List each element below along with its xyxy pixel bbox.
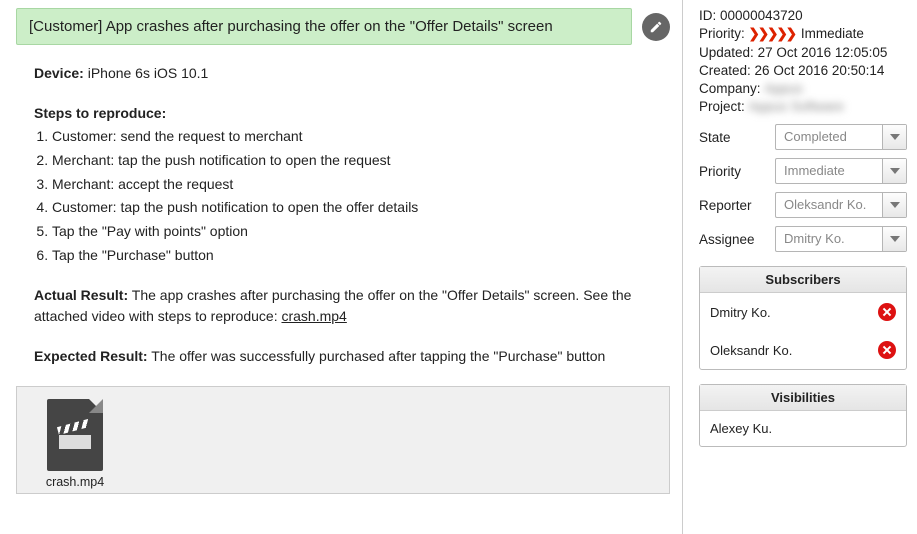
step-item: Customer: tap the push notification to o… [52, 197, 670, 219]
field-controls: State Completed Priority Immediate Repor… [699, 124, 907, 252]
remove-subscriber-button[interactable] [878, 303, 896, 321]
sidebar: ID: 00000043720 Priority: ❯❯❯❯❯ Immediat… [682, 0, 917, 534]
meta-created: Created: 26 Oct 2016 20:50:14 [699, 63, 907, 78]
state-dropdown[interactable]: Completed [775, 124, 907, 150]
priority-label: Priority [699, 164, 765, 179]
pencil-icon [649, 20, 663, 34]
step-item: Merchant: tap the push notification to o… [52, 150, 670, 172]
title-row: [Customer] App crashes after purchasing … [16, 8, 670, 45]
subscribers-panel: Subscribers Dmitry Ko. Oleksandr Ko. [699, 266, 907, 370]
steps-section: Steps to reproduce: Customer: send the r… [34, 103, 670, 267]
meta-project: Project: Appus Software [699, 99, 907, 114]
clapperboard-icon [59, 427, 91, 449]
step-item: Merchant: accept the request [52, 174, 670, 196]
meta-priority: Priority: ❯❯❯❯❯ Immediate [699, 26, 907, 42]
step-item: Tap the "Purchase" button [52, 245, 670, 267]
subscribers-heading: Subscribers [700, 267, 906, 293]
meta-id: ID: 00000043720 [699, 8, 907, 23]
step-item: Tap the "Pay with points" option [52, 221, 670, 243]
attachment-link[interactable]: crash.mp4 [281, 308, 346, 324]
visibilities-panel: Visibilities Alexey Ku. [699, 384, 907, 447]
subscriber-item: Oleksandr Ko. [700, 331, 906, 369]
state-label: State [699, 130, 765, 145]
chevron-down-icon [882, 125, 906, 149]
chevron-down-icon [882, 227, 906, 251]
reporter-dropdown[interactable]: Oleksandr Ko. [775, 192, 907, 218]
expected-label: Expected Result: [34, 348, 148, 364]
priority-chevrons-icon: ❯❯❯❯❯ [749, 26, 796, 41]
actual-label: Actual Result: [34, 287, 128, 303]
chevron-down-icon [882, 159, 906, 183]
subscriber-item: Dmitry Ko. [700, 293, 906, 331]
meta-updated: Updated: 27 Oct 2016 12:05:05 [699, 45, 907, 60]
steps-list: Customer: send the request to merchant M… [52, 126, 670, 266]
device-label: Device: [34, 65, 84, 81]
video-file-icon [47, 399, 103, 471]
steps-label: Steps to reproduce: [34, 103, 670, 125]
remove-subscriber-button[interactable] [878, 341, 896, 359]
meta-company: Company: Appus [699, 81, 907, 96]
chevron-down-icon [882, 193, 906, 217]
expected-result-section: Expected Result: The offer was successfu… [34, 346, 670, 368]
visibility-item: Alexey Ku. [700, 411, 906, 446]
edit-button[interactable] [642, 13, 670, 41]
main-content: [Customer] App crashes after purchasing … [0, 0, 682, 534]
step-item: Customer: send the request to merchant [52, 126, 670, 148]
device-value: iPhone 6s iOS 10.1 [88, 65, 209, 81]
expected-text: The offer was successfully purchased aft… [151, 348, 605, 364]
attachment-area: crash.mp4 [16, 386, 670, 494]
priority-dropdown[interactable]: Immediate [775, 158, 907, 184]
attachment-filename: crash.mp4 [39, 475, 111, 489]
issue-title: [Customer] App crashes after purchasing … [16, 8, 632, 45]
actual-result-section: Actual Result: The app crashes after pur… [34, 285, 670, 328]
attachment-thumbnail[interactable]: crash.mp4 [39, 399, 111, 489]
assignee-label: Assignee [699, 232, 765, 247]
visibilities-heading: Visibilities [700, 385, 906, 411]
device-section: Device: iPhone 6s iOS 10.1 [34, 63, 670, 85]
assignee-dropdown[interactable]: Dmitry Ko. [775, 226, 907, 252]
reporter-label: Reporter [699, 198, 765, 213]
